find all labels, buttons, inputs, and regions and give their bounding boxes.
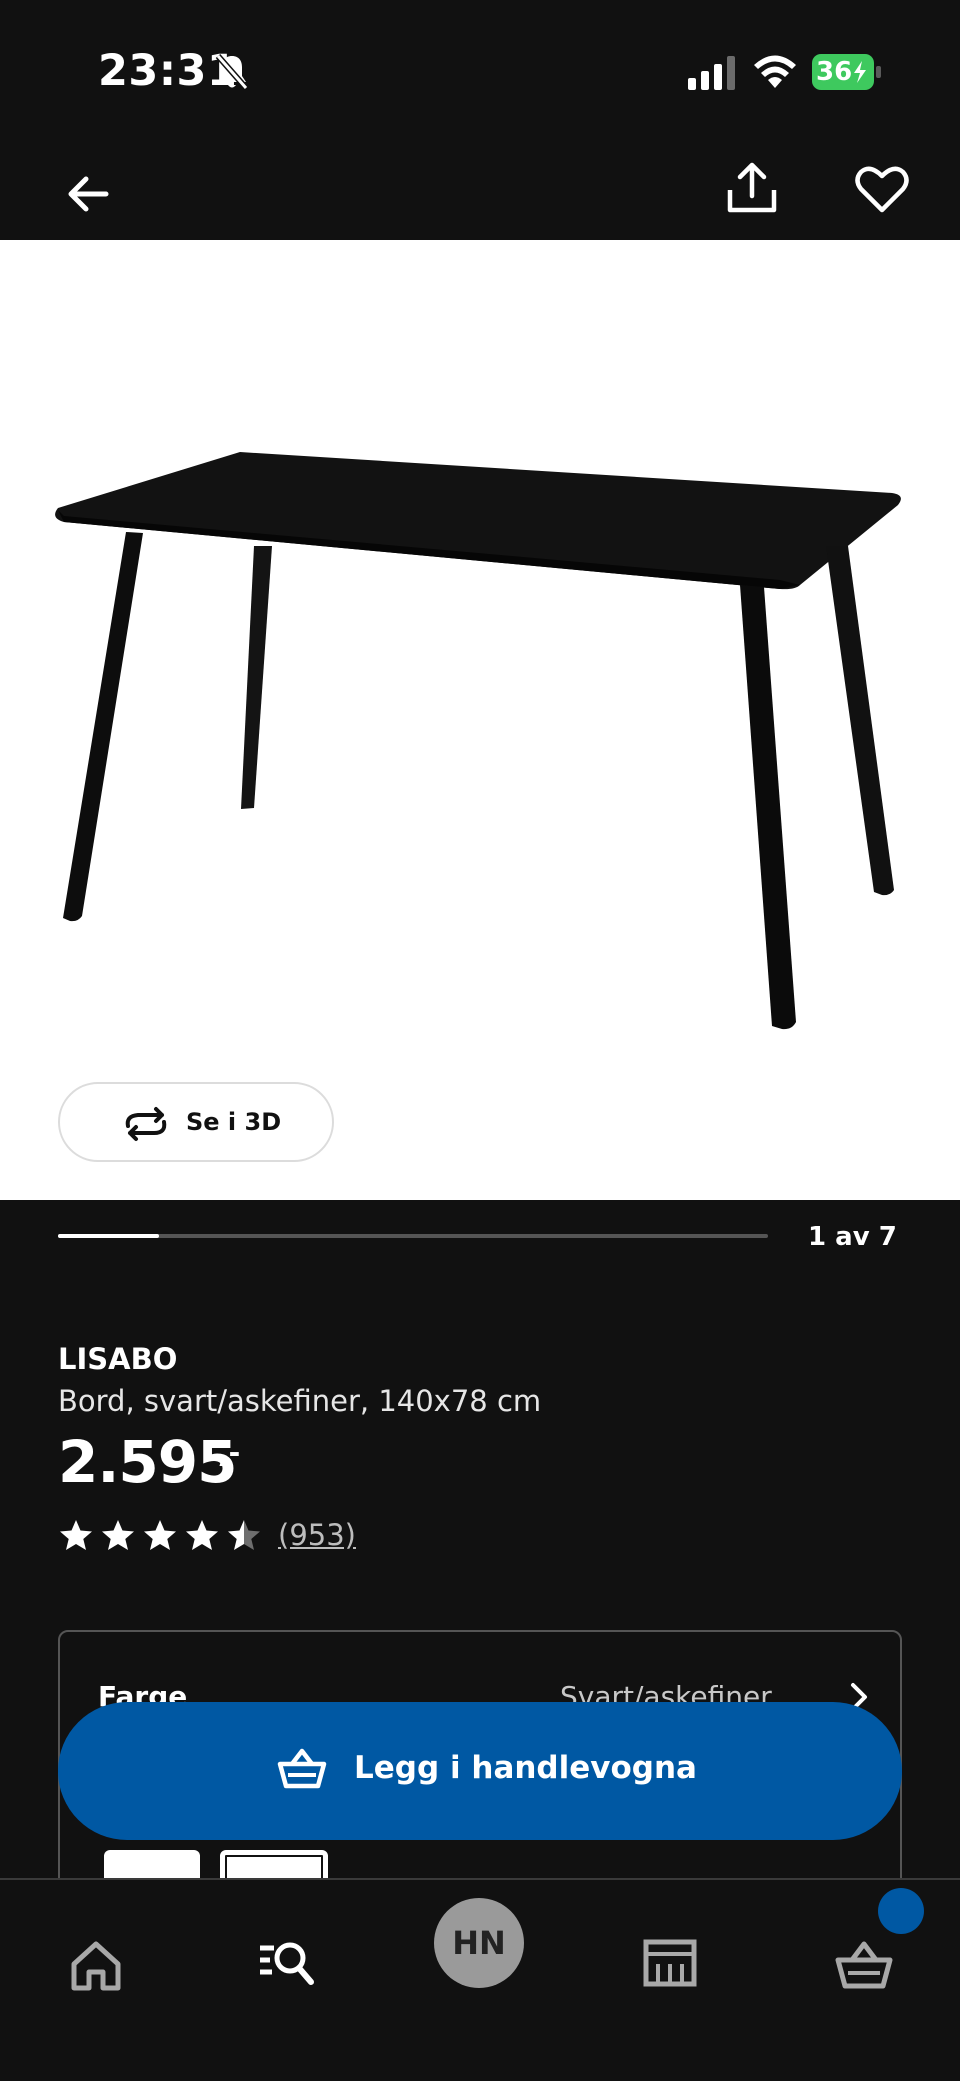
add-to-cart-button[interactable]: Legg i handlevogna bbox=[58, 1702, 902, 1840]
product-image bbox=[55, 452, 901, 1030]
signal-icon bbox=[688, 56, 735, 90]
add-to-cart-label: Legg i handlevogna bbox=[354, 1750, 697, 1786]
bottom-tab-bar: HN bbox=[0, 1878, 960, 2081]
shopping-basket-icon bbox=[277, 1748, 327, 1789]
product-name: LISABO bbox=[58, 1342, 178, 1376]
gallery-progress-fill bbox=[58, 1234, 159, 1238]
star-icon bbox=[60, 1520, 92, 1550]
product-image-gallery[interactable]: Se i 3D bbox=[0, 240, 960, 1200]
rotate-3d-icon bbox=[125, 1107, 167, 1141]
bell-muted-icon bbox=[215, 54, 249, 90]
top-nav-bar bbox=[0, 140, 960, 240]
view-3d-label: Se i 3D bbox=[186, 1108, 282, 1136]
product-description: Bord, svart/askefiner, 140x78 cm bbox=[58, 1384, 542, 1418]
share-icon[interactable] bbox=[722, 158, 782, 218]
product-price: 2.595 bbox=[58, 1428, 237, 1496]
product-price-suffix: ,- bbox=[218, 1436, 241, 1469]
star-icon bbox=[102, 1520, 134, 1550]
heart-icon[interactable] bbox=[852, 160, 912, 220]
status-bar: 23:31 36 bbox=[0, 0, 960, 140]
view-3d-button[interactable]: Se i 3D bbox=[58, 1082, 334, 1162]
profile-avatar[interactable]: HN bbox=[434, 1898, 524, 1988]
rating-stars[interactable] bbox=[58, 1518, 262, 1552]
store-icon[interactable] bbox=[640, 1932, 700, 1992]
star-icon bbox=[186, 1520, 218, 1550]
profile-initials: HN bbox=[452, 1924, 506, 1962]
review-count-link[interactable]: (953) bbox=[278, 1518, 356, 1552]
cart-badge bbox=[878, 1888, 924, 1934]
battery-level: 36 bbox=[816, 57, 853, 87]
wifi-icon bbox=[754, 55, 796, 88]
gallery-counter: 1 av 7 bbox=[808, 1222, 897, 1252]
home-icon[interactable] bbox=[66, 1936, 126, 1996]
star-icon bbox=[144, 1520, 176, 1550]
star-icon bbox=[228, 1520, 260, 1550]
search-icon[interactable] bbox=[256, 1932, 316, 1992]
cart-icon[interactable] bbox=[834, 1936, 894, 1996]
battery-charging-icon: 36 bbox=[812, 54, 882, 90]
gallery-progress-bar bbox=[58, 1234, 768, 1238]
arrow-left-icon[interactable] bbox=[60, 164, 120, 224]
